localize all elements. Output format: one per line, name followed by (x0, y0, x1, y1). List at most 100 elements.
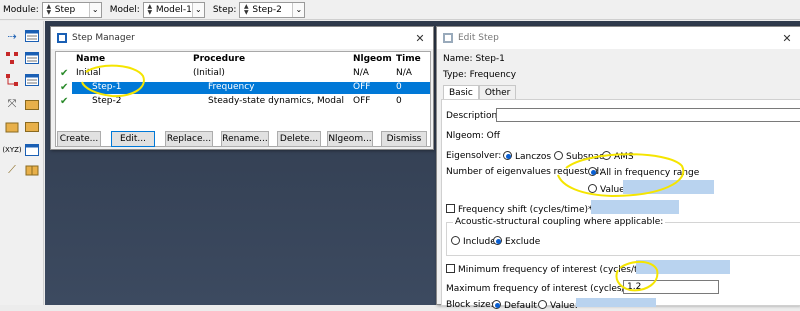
row-name: Step-2 (92, 96, 122, 106)
min-freq-label: Minimum frequency of interest (cycles/ti… (458, 265, 661, 275)
step-combo[interactable]: ▲ ▼ Step-2 ⌄ (239, 1, 306, 18)
table-row[interactable]: ✔ Step-1 Frequency OFF 0 (56, 82, 430, 94)
tab-basic[interactable]: Basic (443, 85, 479, 99)
radio-icon[interactable] (554, 151, 563, 160)
table-row[interactable]: ✔ Step-2 Steady-state dynamics, Modal OF… (56, 96, 430, 108)
col-name: Name (76, 54, 106, 64)
delete-button[interactable]: Delete... (277, 131, 321, 147)
row-name: Initial (76, 68, 101, 78)
model-combo[interactable]: ▲ ▼ Model-1 ⌄ (142, 1, 205, 18)
check-icon: ✔ (60, 96, 69, 107)
row-procedure: (Initial) (193, 68, 225, 78)
description-input[interactable] (496, 108, 800, 122)
output-request-icon[interactable] (3, 117, 21, 135)
app-icon (443, 33, 453, 43)
close-icon[interactable]: ✕ (407, 32, 433, 45)
max-freq-label: Maximum frequency of interest (cycles/ti… (446, 284, 652, 294)
edit-step-title: Edit Step (458, 33, 499, 43)
radio-icon[interactable] (493, 236, 502, 245)
all-in-range-option[interactable]: All in frequency range (588, 167, 699, 178)
tab-other[interactable]: Other (478, 85, 517, 99)
row-procedure: Steady-state dynamics, Modal (208, 96, 344, 106)
tab-bar: Basic Other (443, 85, 517, 99)
default-label: Default (504, 301, 537, 311)
block-default-option[interactable]: Default (492, 300, 537, 311)
rename-button[interactable]: Rename... (221, 131, 269, 147)
checkbox-icon[interactable] (446, 264, 455, 273)
model-spin-icon[interactable]: ▲ ▼ (146, 3, 154, 16)
edit-button[interactable]: Edit... (111, 131, 155, 147)
freq-shift-input[interactable] (591, 200, 679, 214)
table-row[interactable]: ✔ Initial (Initial) N/A N/A (56, 68, 430, 80)
row-time: N/A (396, 68, 412, 78)
replace-button[interactable]: Replace... (165, 131, 213, 147)
radio-icon[interactable] (588, 167, 597, 176)
eigensolver-label: Eigensolver: (446, 151, 502, 161)
history-output-icon[interactable] (3, 71, 21, 89)
step-manager-icon[interactable] (23, 27, 41, 45)
radio-icon[interactable] (588, 184, 597, 193)
eigensolver-ams[interactable]: AMS (602, 151, 634, 162)
min-freq-option[interactable]: Minimum frequency of interest (cycles/ti… (446, 264, 661, 275)
ams-label: AMS (614, 152, 634, 162)
context-bar: Module: ▲ ▼ Step ⌄ Model: ▲ ▼ Model-1 ⌄ St… (0, 0, 800, 20)
block-value-input[interactable] (576, 298, 656, 307)
checkbox-icon[interactable] (446, 204, 455, 213)
dismiss-button[interactable]: Dismiss (381, 131, 427, 147)
csys-manager-icon[interactable] (23, 141, 41, 159)
close-icon[interactable]: ✕ (774, 32, 800, 45)
row-nlgeom: OFF (353, 96, 371, 106)
min-freq-input[interactable] (636, 260, 730, 274)
include-label: Include (463, 237, 496, 247)
model-value: Model-1 (155, 4, 192, 15)
eigensolver-lanczos[interactable]: Lanczos (503, 151, 551, 162)
partition-icon[interactable] (23, 161, 41, 179)
module-combo[interactable]: ▲ ▼ Step ⌄ (41, 1, 102, 18)
check-icon: ✔ (60, 82, 69, 93)
block-size-label: Block size: (446, 300, 494, 310)
adaptive-mesh-manager-icon[interactable] (23, 95, 41, 113)
radio-icon[interactable] (503, 151, 512, 160)
block-value-label: Value: (550, 301, 578, 311)
description-label: Description: (446, 111, 501, 121)
row-time: 0 (396, 82, 402, 92)
block-value-option[interactable]: Value: (538, 300, 578, 311)
exclude-option[interactable]: Exclude (493, 236, 540, 247)
row-name: Step-1 (92, 82, 122, 92)
freq-shift-option[interactable]: Frequency shift (cycles/time)**2: (446, 204, 606, 215)
adaptive-mesh-icon[interactable]: ⤧ (3, 95, 21, 113)
create-step-icon[interactable]: ⇢ (3, 27, 21, 45)
step-name-line: Name: Step-1 (443, 54, 505, 64)
include-option[interactable]: Include (451, 236, 496, 247)
create-button[interactable]: Create... (57, 131, 101, 147)
step-manager-titlebar[interactable]: Step Manager ✕ (51, 27, 433, 49)
output-request-manager-icon[interactable] (23, 117, 41, 135)
edit-step-dialog: Edit Step ✕ Name: Step-1 Type: Frequency… (436, 26, 800, 311)
nlgeom-button[interactable]: Nlgeom... (327, 131, 373, 147)
freq-shift-label: Frequency shift (cycles/time)**2: (458, 205, 606, 215)
field-output-manager-icon[interactable] (23, 49, 41, 67)
nlgeom-line: Nlgeom: Off (446, 131, 500, 141)
step-type-line: Type: Frequency (443, 70, 517, 80)
module-spin-icon[interactable]: ▲ ▼ (45, 3, 53, 16)
step-spin-icon[interactable]: ▲ ▼ (242, 3, 250, 16)
chevron-down-icon[interactable]: ⌄ (292, 2, 305, 17)
toolbox: ⇢ ⤧ (XYZ) ⟋ (0, 21, 44, 305)
step-value: Step-2 (252, 4, 282, 15)
xyz-icon[interactable]: (XYZ) (2, 141, 21, 159)
edit-step-titlebar[interactable]: Edit Step ✕ (437, 27, 800, 49)
table-header: Name Procedure Nlgeom Time (56, 54, 430, 66)
max-freq-input[interactable]: 1.2 (623, 280, 719, 294)
col-time: Time (396, 54, 421, 64)
radio-icon[interactable] (602, 151, 611, 160)
chevron-down-icon[interactable]: ⌄ (191, 2, 204, 17)
eigen-value-input[interactable] (623, 180, 714, 194)
chevron-down-icon[interactable]: ⌄ (88, 2, 101, 17)
datum-icon[interactable]: ⟋ (3, 161, 21, 179)
module-value: Step (54, 4, 76, 15)
radio-icon[interactable] (451, 236, 460, 245)
step-manager-title: Step Manager (72, 33, 135, 43)
history-output-manager-icon[interactable] (23, 71, 41, 89)
value-option[interactable]: Value: (588, 184, 628, 195)
field-output-icon[interactable] (3, 49, 21, 67)
